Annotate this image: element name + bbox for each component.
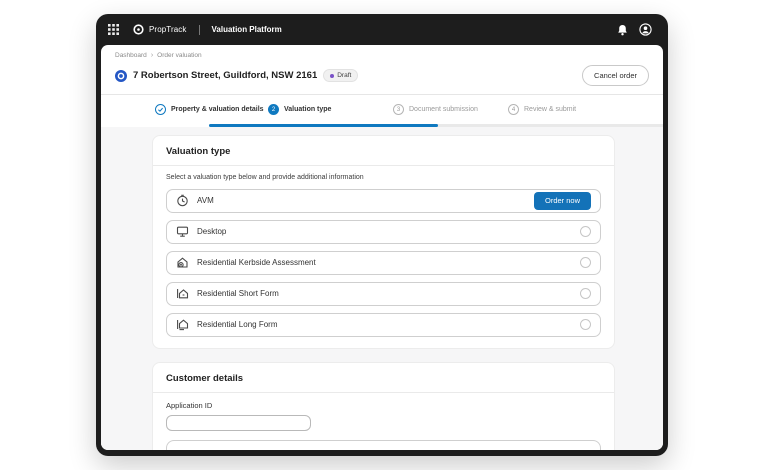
option-radio[interactable] bbox=[580, 226, 591, 237]
notifications-bell-icon[interactable] bbox=[617, 24, 628, 36]
option-label: Residential Short Form bbox=[197, 289, 279, 298]
option-row-avm[interactable]: AVM Order now bbox=[166, 188, 601, 213]
brand-name: PropTrack bbox=[149, 25, 187, 34]
user-avatar-icon[interactable] bbox=[639, 23, 652, 36]
wizard-stepper: Property & valuation details 2 Valuation… bbox=[101, 95, 663, 127]
house-long-form-icon bbox=[176, 318, 189, 331]
breadcrumb-separator: › bbox=[150, 52, 154, 59]
step-number: 3 bbox=[393, 104, 404, 115]
application-id-label: Application ID bbox=[166, 400, 213, 410]
step-valuation-type[interactable]: 2 Valuation type bbox=[268, 104, 393, 115]
option-row-residential-short-form[interactable]: Residential Short Form bbox=[166, 281, 601, 306]
first-name-label: First name* bbox=[177, 449, 322, 450]
step-label: Property & valuation details bbox=[171, 106, 264, 113]
customer-name-group: First name* Last name* Preferred contact… bbox=[166, 440, 601, 450]
step-number: 4 bbox=[508, 104, 519, 115]
apps-grid-icon[interactable] bbox=[108, 24, 119, 35]
cancel-order-button[interactable]: Cancel order bbox=[582, 65, 649, 86]
step-property-valuation-details[interactable]: Property & valuation details bbox=[155, 104, 268, 115]
breadcrumb-dashboard[interactable]: Dashboard bbox=[115, 52, 147, 59]
status-badge: Draft bbox=[323, 69, 359, 82]
page-content: Dashboard › Order valuation 7 Robertson … bbox=[101, 45, 663, 450]
status-badge-label: Draft bbox=[337, 72, 352, 79]
customer-card-title: Customer details bbox=[166, 372, 244, 384]
step-review-submit[interactable]: 4 Review & submit bbox=[508, 104, 576, 115]
step-number: 2 bbox=[268, 104, 279, 115]
first-name-field: First name* bbox=[177, 449, 322, 450]
desktop-icon bbox=[176, 225, 189, 238]
option-row-desktop[interactable]: Desktop bbox=[166, 219, 601, 244]
option-label: Residential Long Form bbox=[197, 320, 278, 329]
app-window: PropTrack Valuation Platform Dashboard ›… bbox=[96, 14, 668, 456]
step-label: Valuation type bbox=[284, 106, 332, 113]
house-kerbside-icon bbox=[176, 256, 189, 269]
property-pin-icon bbox=[115, 69, 127, 82]
breadcrumb: Dashboard › Order valuation bbox=[101, 45, 663, 62]
option-row-residential-long-form[interactable]: Residential Long Form bbox=[166, 312, 601, 337]
status-dot-icon bbox=[330, 73, 335, 78]
order-now-button[interactable]: Order now bbox=[533, 191, 591, 210]
option-label: Residential Kerbside Assessment bbox=[197, 258, 316, 267]
application-id-input[interactable] bbox=[166, 415, 311, 431]
app-title: Valuation Platform bbox=[211, 25, 282, 34]
last-name-field: Last name* bbox=[344, 449, 489, 450]
option-radio[interactable] bbox=[580, 288, 591, 299]
navbar-divider bbox=[198, 24, 200, 35]
card-divider bbox=[153, 164, 614, 166]
option-label: AVM bbox=[197, 196, 214, 205]
top-navbar: PropTrack Valuation Platform bbox=[101, 14, 663, 45]
option-radio[interactable] bbox=[580, 257, 591, 268]
order-header: 7 Robertson Street, Guildford, NSW 2161 … bbox=[101, 62, 663, 94]
customer-details-card: Customer details Application ID First na… bbox=[152, 361, 615, 450]
clock-icon bbox=[176, 194, 189, 207]
property-address: 7 Robertson Street, Guildford, NSW 2161 bbox=[133, 70, 318, 81]
step-label: Review & submit bbox=[524, 106, 577, 113]
option-radio[interactable] bbox=[580, 319, 591, 330]
valuation-card-subtitle: Select a valuation type below and provid… bbox=[166, 173, 364, 181]
step-document-submission[interactable]: 3 Document submission bbox=[393, 104, 508, 115]
step-complete-check-icon bbox=[155, 104, 166, 115]
main-area: Valuation type Select a valuation type b… bbox=[101, 126, 663, 450]
card-divider bbox=[153, 391, 614, 393]
last-name-label: Last name* bbox=[344, 449, 489, 450]
proptrack-ring-icon bbox=[133, 24, 144, 35]
proptrack-logo[interactable]: PropTrack bbox=[133, 24, 187, 35]
valuation-type-card: Valuation type Select a valuation type b… bbox=[152, 134, 615, 349]
option-label: Desktop bbox=[197, 227, 227, 236]
breadcrumb-order-valuation: Order valuation bbox=[157, 52, 202, 59]
valuation-card-title: Valuation type bbox=[166, 145, 231, 157]
step-label: Document submission bbox=[409, 106, 478, 113]
option-row-residential-kerbside[interactable]: Residential Kerbside Assessment bbox=[166, 250, 601, 275]
house-short-form-icon bbox=[176, 287, 189, 300]
